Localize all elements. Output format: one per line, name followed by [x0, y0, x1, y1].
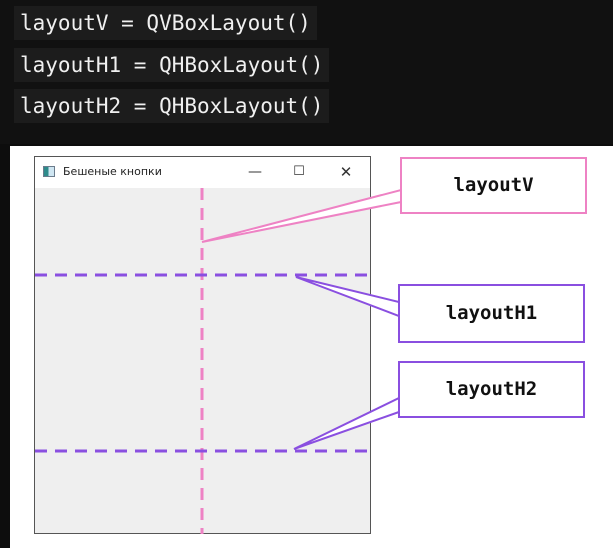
layoutH1-pointer	[295, 276, 400, 318]
code-line-layoutV: layoutV = QVBoxLayout()	[14, 6, 317, 40]
callout-layoutV: layoutV	[400, 157, 587, 214]
layout-diagram: Бешеные кнопки — ☐ ✕ layoutV layoutH1 la…	[10, 146, 613, 548]
code-panel: layoutV = QVBoxLayout() layoutH1 = QHBox…	[0, 0, 613, 144]
code-line-layoutH1: layoutH1 = QHBoxLayout()	[14, 48, 330, 82]
callout-layoutH1: layoutH1	[398, 284, 585, 343]
layoutH2-pointer	[293, 396, 400, 450]
layoutV-pointer	[201, 188, 402, 243]
code-line-layoutH2: layoutH2 = QHBoxLayout()	[14, 89, 330, 123]
callout-layoutH2: layoutH2	[398, 361, 585, 418]
